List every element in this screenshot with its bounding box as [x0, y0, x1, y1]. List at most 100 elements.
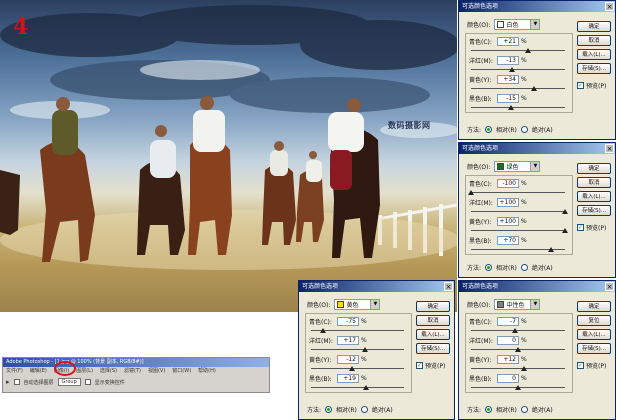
close-icon[interactable]: × [605, 144, 614, 153]
black-slider-thumb[interactable] [547, 247, 554, 252]
yellow-slider-track[interactable] [471, 88, 565, 89]
cyan-slider-thumb[interactable] [468, 190, 474, 195]
black-input[interactable]: -15 [497, 94, 519, 103]
cyan-input[interactable]: -100 [497, 179, 519, 188]
menu-select[interactable]: 选择(S) [100, 367, 117, 376]
menu-view[interactable]: 视图(V) [148, 367, 165, 376]
color-select[interactable]: 中性色 ▼ [494, 299, 541, 310]
black-input[interactable]: +70 [497, 236, 519, 245]
cyan-slider-thumb[interactable] [524, 48, 531, 53]
magenta-input[interactable]: +17 [337, 336, 359, 345]
magenta-input[interactable]: +100 [497, 198, 519, 207]
yellow-input[interactable]: +34 [497, 75, 519, 84]
black-slider-thumb[interactable] [515, 385, 521, 390]
load-button[interactable]: 载入(L)... [416, 329, 450, 340]
black-slider-thumb[interactable] [363, 385, 370, 390]
ok-button[interactable]: 确定 [577, 163, 611, 174]
cyan-slider-track[interactable] [471, 330, 565, 331]
yellow-slider-thumb[interactable] [520, 366, 527, 371]
magenta-label: 洋红(M): [309, 338, 333, 345]
auto-select-checkbox[interactable] [13, 379, 20, 385]
show-transform-checkbox[interactable] [84, 379, 91, 385]
preview-checkbox[interactable]: ✓ [577, 362, 584, 369]
magenta-slider-thumb[interactable] [562, 209, 568, 214]
color-select[interactable]: 绿色 ▼ [494, 161, 541, 172]
absolute-radio[interactable] [360, 406, 368, 413]
cyan-slider-track[interactable] [471, 50, 565, 51]
ok-button[interactable]: 确定 [577, 21, 611, 32]
close-icon[interactable]: × [605, 2, 614, 11]
absolute-label: 绝对(A) [371, 407, 393, 414]
black-input[interactable]: 0 [497, 374, 519, 383]
relative-label: 相对(R) [496, 407, 517, 414]
black-input[interactable]: +19 [337, 374, 359, 383]
load-button[interactable]: 载入(L)... [577, 329, 611, 340]
cyan-slider-thumb[interactable] [319, 328, 326, 333]
menu-filter[interactable]: 滤镜(T) [124, 367, 141, 376]
yellow-slider-thumb[interactable] [562, 228, 568, 233]
relative-radio[interactable] [485, 126, 493, 133]
black-slider-thumb[interactable] [507, 105, 514, 110]
cancel-button[interactable]: 取消 [577, 35, 611, 46]
black-slider-track[interactable] [471, 107, 565, 108]
menu-help[interactable]: 帮助(H) [198, 367, 216, 376]
cancel-button[interactable]: 取消 [416, 315, 450, 326]
magenta-slider-thumb[interactable] [362, 347, 369, 352]
black-row: 黑色(B): +70 % [469, 236, 527, 245]
relative-radio[interactable] [485, 406, 493, 413]
percent-sign: % [361, 375, 367, 382]
save-button[interactable]: 存储(S)... [577, 63, 611, 74]
absolute-radio[interactable] [520, 406, 528, 413]
yellow-slider-thumb[interactable] [530, 86, 537, 91]
menu-window[interactable]: 窗口(W) [172, 367, 191, 376]
close-icon[interactable]: × [444, 282, 453, 291]
cyan-input[interactable]: -75 [337, 317, 359, 326]
color-select[interactable]: 黄色 ▼ [334, 299, 381, 310]
magenta-input[interactable]: 0 [497, 336, 519, 345]
menu-file[interactable]: 文件(F) [6, 367, 23, 376]
menu-layer[interactable]: 图层(L) [76, 367, 93, 376]
cyan-input[interactable]: -7 [497, 317, 519, 326]
yellow-label: 黄色(Y): [309, 357, 332, 364]
save-button[interactable]: 存储(S)... [416, 343, 450, 354]
close-icon[interactable]: × [605, 282, 614, 291]
magenta-input[interactable]: -13 [497, 56, 519, 65]
black-slider-track[interactable] [311, 387, 404, 388]
magenta-slider-thumb[interactable] [515, 347, 521, 352]
absolute-radio[interactable] [520, 264, 528, 271]
absolute-label: 绝对(A) [531, 265, 553, 272]
save-button[interactable]: 存储(S)... [577, 205, 611, 216]
yellow-input[interactable]: +12 [497, 355, 519, 364]
yellow-input[interactable]: +100 [497, 217, 519, 226]
magenta-slider-track[interactable] [471, 69, 565, 70]
yellow-slider-track[interactable] [471, 230, 565, 231]
cyan-slider-thumb[interactable] [511, 328, 518, 333]
cyan-input[interactable]: +21 [497, 37, 519, 46]
preview-checkbox[interactable]: ✓ [577, 82, 584, 89]
yellow-slider-thumb[interactable] [348, 366, 355, 371]
cancel-button[interactable]: 复位 [577, 315, 611, 326]
magenta-slider-track[interactable] [471, 211, 565, 212]
ok-button[interactable]: 确定 [416, 301, 450, 312]
yellow-input[interactable]: -12 [337, 355, 359, 364]
magenta-slider-thumb[interactable] [508, 67, 515, 72]
load-button[interactable]: 载入(L)... [577, 49, 611, 60]
yellow-label: 黄色(Y): [469, 219, 492, 226]
relative-radio[interactable] [325, 406, 333, 413]
color-select[interactable]: 白色 ▼ [494, 19, 541, 30]
load-button[interactable]: 载入(L)... [577, 191, 611, 202]
save-button[interactable]: 存储(S)... [577, 343, 611, 354]
preview-checkbox[interactable]: ✓ [416, 362, 423, 369]
group-select[interactable]: Group [57, 378, 81, 386]
preview-checkbox[interactable]: ✓ [577, 224, 584, 231]
move-tool-icon[interactable]: ▸ [6, 378, 10, 386]
relative-radio[interactable] [485, 264, 493, 271]
menu-edit[interactable]: 编辑(E) [30, 367, 47, 376]
magenta-slider-track[interactable] [311, 349, 404, 350]
ok-button[interactable]: 确定 [577, 301, 611, 312]
cancel-button[interactable]: 取消 [577, 177, 611, 188]
cyan-slider-track[interactable] [471, 192, 565, 193]
absolute-radio[interactable] [520, 126, 528, 133]
yellow-slider-track[interactable] [471, 368, 565, 369]
yellow-slider-track[interactable] [311, 368, 404, 369]
